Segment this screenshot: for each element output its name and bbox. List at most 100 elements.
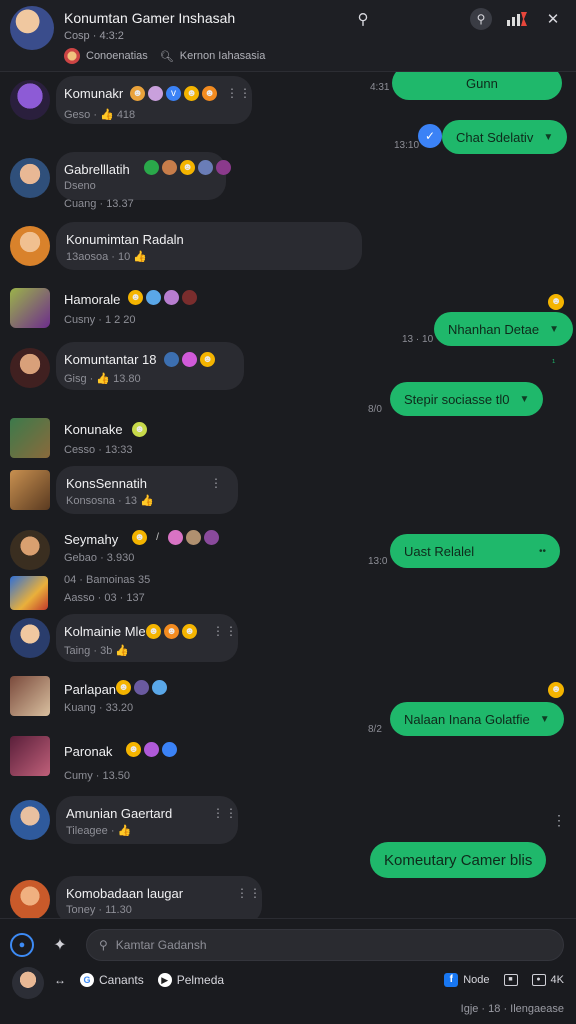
chevron-down-icon[interactable]: ▼ <box>520 394 530 405</box>
search-button[interactable]: ⚲ <box>352 8 374 30</box>
avatar[interactable] <box>10 418 50 458</box>
message-input-box[interactable]: ⚲ <box>86 929 564 961</box>
avatar-reaction-icon[interactable] <box>148 86 163 101</box>
search-circle-icon[interactable]: ⚲ <box>470 8 492 30</box>
chevron-down-icon[interactable]: ▼ <box>543 132 553 143</box>
chevron-down-icon[interactable]: •• <box>539 546 546 557</box>
outgoing-text: Komeutary Camer blis <box>384 851 533 869</box>
outgoing-bubble[interactable]: Gunn <box>392 72 562 100</box>
reaction-row[interactable]: ☻ ☻ ☻ <box>146 624 197 639</box>
avatar[interactable] <box>10 288 50 328</box>
outgoing-bubble[interactable]: Uast Relalel •• <box>390 534 560 568</box>
message-input[interactable] <box>115 938 536 952</box>
header-sub-right[interactable]: Kernon Iahasasia <box>180 50 266 62</box>
heart-reaction-icon[interactable] <box>168 530 183 545</box>
grin-emoji-icon[interactable]: ☻ <box>126 742 141 757</box>
more-options-icon[interactable]: ⋮ <box>210 476 223 490</box>
chevron-down-icon[interactable]: ▼ <box>549 324 559 335</box>
more-options-icon[interactable]: ⋮⋮ <box>226 86 252 100</box>
outgoing-bubble[interactable]: Nalaan Inana Golatfie ▼ <box>390 702 564 736</box>
avatar-reaction-icon[interactable] <box>216 160 231 175</box>
chat-title[interactable]: Konumtan Gamer Inshasah <box>64 10 235 26</box>
more-options-icon[interactable]: ⋮⋮ <box>212 624 238 638</box>
outgoing-bubble[interactable]: Nhanhan Detae ▼ <box>434 312 573 346</box>
grin-emoji-icon[interactable]: ☻ <box>146 624 161 639</box>
smile-emoji-icon[interactable]: ☻ <box>200 352 215 367</box>
avatar-reaction-icon[interactable] <box>162 160 177 175</box>
avatar[interactable] <box>10 530 50 570</box>
outgoing-bubble[interactable]: Chat Sdelativ ▼ <box>442 120 568 154</box>
reaction-emoji-icon[interactable]: ☻ <box>548 294 564 310</box>
blue-reaction-icon[interactable] <box>152 680 167 695</box>
sender-name: Konunake <box>64 422 123 437</box>
more-options-icon[interactable]: ⋮⋮ <box>212 806 238 820</box>
avatar-reaction-icon[interactable] <box>134 680 149 695</box>
grin-emoji-icon[interactable]: ☻ <box>128 290 143 305</box>
reaction-row[interactable]: ☻ <box>126 742 177 757</box>
group-avatar[interactable] <box>10 6 54 50</box>
reaction-emoji-icon[interactable]: ☻ <box>548 682 564 698</box>
avatar[interactable] <box>10 618 50 658</box>
avatar[interactable] <box>10 576 48 610</box>
attach-icon[interactable]: ✦ <box>48 933 72 957</box>
grin-emoji-icon[interactable]: ☻ <box>182 624 197 639</box>
user-avatar[interactable] <box>12 967 44 999</box>
avatar[interactable] <box>10 226 50 266</box>
message-list[interactable]: Komunakr ☻ v ☻ ☻ ⋮⋮ Geso · 👍 418 4:31 Gu… <box>0 72 576 918</box>
member-avatar[interactable] <box>64 48 80 64</box>
reaction-row[interactable]: ☻ / <box>132 530 219 545</box>
smile-emoji-icon[interactable]: ☻ <box>130 86 145 101</box>
grin-emoji-icon[interactable]: ☻ <box>184 86 199 101</box>
avatar[interactable] <box>10 676 50 716</box>
shield-icon[interactable]: ● <box>10 933 34 957</box>
reaction-row[interactable]: ☻ <box>164 352 215 367</box>
chat-subtitle: Cosp · 4:3:2 <box>64 30 124 42</box>
avatar[interactable] <box>10 348 50 388</box>
arrows-icon[interactable]: ↔ <box>54 973 66 987</box>
avatar-reaction-icon[interactable] <box>198 160 213 175</box>
grin-emoji-icon[interactable]: ☻ <box>132 530 147 545</box>
screen-icon[interactable]: ■ <box>503 974 518 986</box>
blue-reaction-icon[interactable]: v <box>166 86 181 101</box>
more-options-icon[interactable]: ⋮ <box>552 812 567 829</box>
grin-emoji-icon[interactable]: ☻ <box>180 160 195 175</box>
reply-avatar-icon[interactable]: ✓ <box>418 124 442 148</box>
avatar[interactable] <box>10 470 50 510</box>
avatar-reaction-icon[interactable] <box>164 290 179 305</box>
media-chip[interactable]: ▶ Pelmeda <box>157 973 224 987</box>
avatar[interactable] <box>10 880 50 918</box>
avatar-reaction-icon[interactable] <box>204 530 219 545</box>
heart-eyes-emoji-icon[interactable]: ☻ <box>202 86 217 101</box>
outgoing-bubble[interactable]: Komeutary Camer blis <box>370 842 547 878</box>
avatar[interactable] <box>10 736 50 776</box>
reaction-row[interactable]: ☻ <box>144 160 231 175</box>
contacts-chip[interactable]: G Canants <box>80 973 144 987</box>
facebook-node-chip[interactable]: f Node <box>444 973 490 987</box>
grin-emoji-icon[interactable]: ☻ <box>116 680 131 695</box>
heart-reaction-icon[interactable] <box>144 742 159 757</box>
sender-name: Gabrelllatih <box>64 162 130 177</box>
reaction-row[interactable]: ☻ v ☻ ☻ <box>130 86 217 101</box>
close-icon[interactable]: ✕ <box>542 8 564 30</box>
heart-eyes-emoji-icon[interactable]: ☻ <box>164 624 179 639</box>
header-sub-left[interactable]: Conoenatias <box>86 50 148 62</box>
message-meta: Gebao · 3.930 <box>64 552 135 564</box>
more-options-icon[interactable]: ⋮⋮ <box>236 886 262 900</box>
smile-emoji-icon[interactable]: ☻ <box>132 422 147 437</box>
blue-reaction-icon[interactable] <box>162 742 177 757</box>
avatar[interactable] <box>10 158 50 198</box>
green-reaction-icon[interactable] <box>144 160 159 175</box>
chevron-down-icon[interactable]: ▼ <box>540 714 550 725</box>
avatar[interactable] <box>10 80 50 120</box>
blue-reaction-icon[interactable] <box>146 290 161 305</box>
reaction-row[interactable]: ☻ <box>128 290 197 305</box>
avatar-reaction-icon[interactable] <box>182 290 197 305</box>
status-mark: ₁ <box>552 354 556 365</box>
avatar-reaction-icon[interactable] <box>164 352 179 367</box>
avatar[interactable] <box>10 800 50 840</box>
reaction-row[interactable]: ☻ <box>116 680 167 695</box>
outgoing-bubble[interactable]: Stepir sociasse tl0 ▼ <box>390 382 544 416</box>
heart-reaction-icon[interactable] <box>182 352 197 367</box>
avatar-reaction-icon[interactable] <box>186 530 201 545</box>
quality-chip[interactable]: ● 4K <box>531 974 564 986</box>
